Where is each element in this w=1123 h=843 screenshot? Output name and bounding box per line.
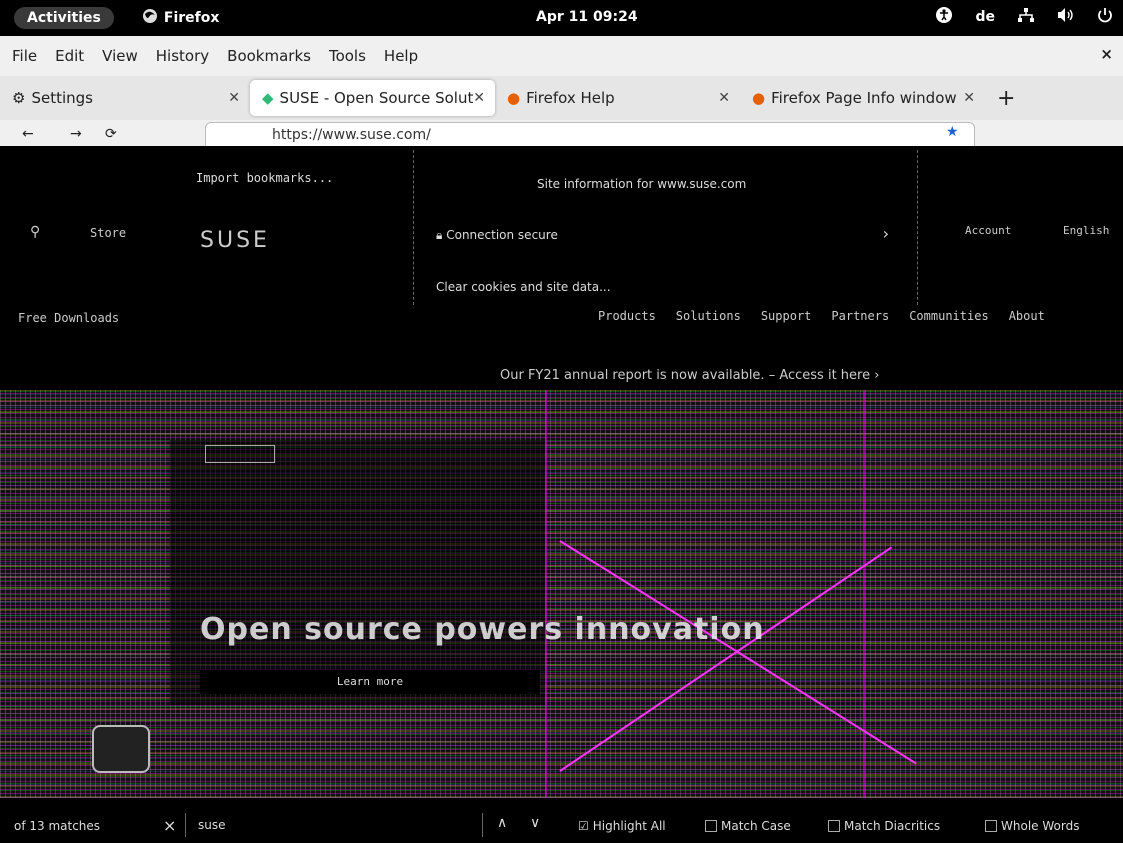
app-indicator[interactable]: Firefox	[142, 8, 220, 28]
tab-page-info[interactable]: ● Firefox Page Info window ✕	[740, 80, 985, 116]
web-content: Import bookmarks... ⚲ Store SUSE Free Do…	[0, 146, 1123, 798]
activities-button[interactable]: Activities	[14, 7, 114, 29]
hero-banner: Open source powers innovation Learn more	[0, 390, 1123, 798]
volume-icon[interactable]	[1057, 7, 1075, 27]
tab-label: Settings	[31, 89, 93, 107]
bookmark-star-icon[interactable]: ★	[946, 124, 959, 140]
back-icon[interactable]: ←	[22, 126, 34, 142]
hero-panel	[170, 440, 545, 705]
keyboard-layout-indicator[interactable]: de	[975, 9, 995, 25]
gear-icon: ⚙	[12, 89, 26, 107]
highlight-all-checkbox[interactable]: ☑ Highlight All	[578, 819, 666, 833]
site-info-panel: Site information for www.suse.com 🔒︎ Con…	[413, 150, 918, 305]
checkbox-icon	[828, 820, 840, 832]
find-input[interactable]: suse	[185, 813, 483, 837]
tab-close-icon[interactable]: ✕	[473, 90, 485, 106]
tab-label: Firefox Page Info window	[771, 89, 957, 107]
whole-words-checkbox[interactable]: Whole Words	[985, 819, 1079, 833]
url-bar[interactable]: https://www.suse.com/	[205, 122, 975, 146]
find-bar: of 13 matches × suse ∧ ∨ ☑ Highlight All…	[0, 806, 1123, 843]
close-icon[interactable]: ×	[163, 816, 176, 835]
system-tray[interactable]: de	[935, 6, 1113, 28]
clear-cookies-button[interactable]: Clear cookies and site data...	[436, 280, 611, 294]
chat-icon[interactable]	[92, 725, 150, 773]
language-selector[interactable]: English	[1063, 224, 1109, 237]
free-downloads-link[interactable]: Free Downloads	[18, 311, 119, 325]
checkbox-icon	[705, 820, 717, 832]
gnome-top-bar: Activities Firefox Apr 11 09:24 de	[0, 0, 1123, 36]
reload-icon[interactable]: ⟳	[105, 126, 117, 142]
forward-icon[interactable]: →	[70, 126, 82, 142]
menu-tools[interactable]: Tools	[329, 47, 366, 65]
menu-help[interactable]: Help	[384, 47, 418, 65]
menu-view[interactable]: View	[102, 47, 138, 65]
site-info-title: Site information for www.suse.com	[537, 177, 747, 191]
suse-chameleon-icon: ◆	[262, 89, 274, 107]
nav-products[interactable]: Products	[598, 309, 656, 323]
tab-close-icon[interactable]: ✕	[228, 90, 240, 106]
nav-communities[interactable]: Communities	[909, 309, 988, 323]
find-match-count: of 13 matches	[14, 819, 101, 833]
match-diacritics-checkbox[interactable]: Match Diacritics	[828, 819, 940, 833]
menu-history[interactable]: History	[156, 47, 209, 65]
lock-icon: 🔒︎	[436, 228, 443, 242]
search-icon[interactable]: ⚲	[30, 224, 40, 240]
chevron-down-icon[interactable]: ∨	[530, 815, 540, 831]
nav-partners[interactable]: Partners	[831, 309, 889, 323]
network-icon[interactable]	[1017, 7, 1035, 27]
nav-solutions[interactable]: Solutions	[676, 309, 741, 323]
site-navigation: Products Solutions Support Partners Comm…	[598, 309, 1045, 323]
menu-bookmarks[interactable]: Bookmarks	[227, 47, 311, 65]
app-indicator-label: Firefox	[163, 10, 220, 26]
annual-report-banner[interactable]: Our FY21 annual report is now available.…	[500, 368, 879, 383]
window-close-button[interactable]: ×	[1100, 45, 1113, 63]
hero-tag	[205, 445, 275, 463]
url-text: https://www.suse.com/	[272, 127, 431, 143]
tab-label: SUSE - Open Source Solut	[279, 89, 474, 107]
navigation-bar: ← → ⟳ https://www.suse.com/ ★	[0, 120, 1123, 146]
hero-headline: Open source powers innovation	[200, 612, 765, 647]
firefox-icon: ●	[752, 89, 766, 107]
menu-file[interactable]: File	[12, 47, 37, 65]
accessibility-icon[interactable]	[935, 6, 953, 28]
connection-secure-item[interactable]: 🔒︎ Connection secure	[436, 228, 558, 243]
firefox-icon: ●	[507, 89, 521, 107]
tab-close-icon[interactable]: ✕	[963, 90, 975, 106]
tab-firefox-help[interactable]: ● Firefox Help ✕	[495, 80, 740, 116]
store-link[interactable]: Store	[90, 226, 126, 240]
tab-label: Firefox Help	[526, 89, 615, 107]
clock[interactable]: Apr 11 09:24	[536, 9, 638, 25]
power-icon[interactable]	[1097, 7, 1113, 27]
menu-bar: File Edit View History Bookmarks Tools H…	[0, 36, 1123, 76]
tab-bar: ⚙ Settings ✕ ◆ SUSE - Open Source Solut …	[0, 76, 1123, 120]
firefox-icon	[142, 8, 158, 28]
checkbox-icon	[985, 820, 997, 832]
import-bookmarks-link[interactable]: Import bookmarks...	[196, 171, 333, 185]
account-link[interactable]: Account	[965, 224, 1011, 237]
tab-settings[interactable]: ⚙ Settings ✕	[0, 80, 250, 116]
suse-logo[interactable]: SUSE	[200, 228, 270, 253]
chevron-right-icon[interactable]: ›	[883, 224, 889, 243]
checkbox-checked-icon: ☑	[578, 819, 589, 833]
nav-support[interactable]: Support	[761, 309, 812, 323]
nav-about[interactable]: About	[1009, 309, 1045, 323]
tab-close-icon[interactable]: ✕	[718, 90, 730, 106]
learn-more-button[interactable]: Learn more	[200, 670, 540, 694]
hero-image-frame	[545, 390, 865, 798]
menu-edit[interactable]: Edit	[55, 47, 84, 65]
chevron-up-icon[interactable]: ∧	[497, 815, 507, 831]
new-tab-button[interactable]: +	[997, 86, 1015, 111]
match-case-checkbox[interactable]: Match Case	[705, 819, 791, 833]
tab-suse[interactable]: ◆ SUSE - Open Source Solut ✕	[250, 80, 495, 116]
